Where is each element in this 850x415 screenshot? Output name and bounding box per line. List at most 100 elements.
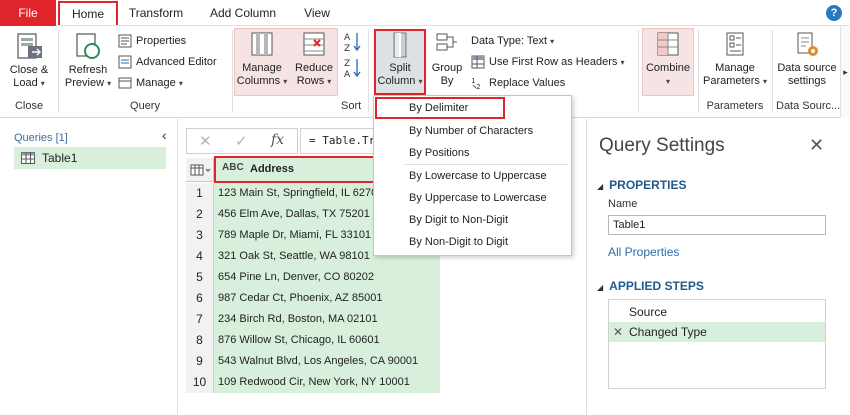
table-row[interactable]: 7 234 Birch Rd, Boston, MA 02101 bbox=[186, 309, 440, 330]
combine-button[interactable]: Combine ▾ bbox=[644, 30, 692, 88]
row-number: 3 bbox=[186, 225, 214, 246]
ribbon-separator bbox=[368, 30, 369, 112]
name-input[interactable] bbox=[608, 215, 826, 235]
row-number: 1 bbox=[186, 183, 214, 204]
address-cell[interactable]: 987 Cedar Ct, Phoenix, AZ 85001 bbox=[214, 288, 440, 309]
table-icon bbox=[21, 152, 35, 164]
use-first-row-button[interactable]: Use First Row as Headers ▾ bbox=[471, 53, 624, 71]
svg-text:A: A bbox=[344, 70, 351, 80]
ribbon-separator bbox=[232, 30, 233, 112]
query-item-label: Table1 bbox=[42, 151, 78, 165]
svg-text:A: A bbox=[344, 33, 351, 43]
table-row[interactable]: 9 543 Walnut Blvd, Los Angeles, CA 90001 bbox=[186, 351, 440, 372]
advanced-editor-label: Advanced Editor bbox=[136, 56, 217, 68]
query-settings-pane: Query Settings ✕ ◢PROPERTIES Name All Pr… bbox=[586, 119, 850, 415]
chevron-down-icon: ▾ bbox=[620, 58, 625, 67]
table-row[interactable]: 10 109 Redwood Cir, New York, NY 10001 bbox=[186, 372, 440, 393]
text-type-icon[interactable]: ABC bbox=[222, 162, 244, 173]
close-load-button[interactable]: Close & Load ▾ bbox=[6, 30, 52, 90]
manage-parameters-label-2: Parameters ▾ bbox=[703, 75, 767, 87]
applied-steps-list: Source ✕ Changed Type bbox=[608, 299, 826, 389]
chevron-down-icon: ▾ bbox=[665, 77, 670, 86]
properties-button[interactable]: Properties bbox=[118, 32, 186, 50]
all-properties-link[interactable]: All Properties bbox=[608, 245, 679, 259]
ribbon-scroll-right-icon[interactable]: ▸ bbox=[840, 26, 850, 118]
collapse-triangle-icon: ◢ bbox=[597, 283, 604, 292]
table-row[interactable]: 8 876 Willow St, Chicago, IL 60601 bbox=[186, 330, 440, 351]
table-menu-button[interactable] bbox=[186, 158, 214, 182]
chevron-down-icon: ▾ bbox=[327, 77, 332, 86]
menu-item-by-non-digit-to-digit[interactable]: By Non-Digit to Digit bbox=[374, 231, 571, 253]
data-source-label: Data source bbox=[777, 62, 837, 74]
address-cell[interactable]: 109 Redwood Cir, New York, NY 10001 bbox=[214, 372, 440, 393]
menu-item-by-positions[interactable]: By Positions bbox=[374, 142, 571, 164]
close-group-label: Close bbox=[14, 100, 44, 112]
sort-descending-icon: ZA bbox=[344, 59, 361, 80]
tab-transform[interactable]: Transform bbox=[120, 2, 192, 24]
close-icon[interactable]: ✕ bbox=[809, 135, 824, 156]
row-number: 5 bbox=[186, 267, 214, 288]
applied-steps-section-header[interactable]: ◢ APPLIED STEPS bbox=[597, 279, 704, 293]
menu-item-by-number-of-characters[interactable]: By Number of Characters bbox=[374, 120, 571, 142]
address-cell[interactable]: 234 Birch Rd, Boston, MA 02101 bbox=[214, 309, 440, 330]
manage-button[interactable]: Manage ▾ bbox=[118, 74, 183, 92]
refresh-preview-button[interactable]: Refresh Preview ▾ bbox=[62, 30, 114, 90]
menu-item-by-lowercase-to-uppercase[interactable]: By Lowercase to Uppercase bbox=[374, 165, 571, 187]
advanced-editor-icon bbox=[118, 55, 132, 69]
step-label: Changed Type bbox=[629, 325, 707, 339]
data-source-label-2: settings bbox=[788, 75, 826, 87]
data-source-settings-button[interactable]: Data source settings bbox=[776, 30, 838, 88]
replace-values-button[interactable]: 1 2 Replace Values bbox=[471, 74, 565, 92]
confirm-check-icon[interactable]: ✓ bbox=[235, 132, 248, 150]
cancel-x-icon[interactable]: ✕ bbox=[199, 132, 212, 150]
tab-file[interactable]: File bbox=[0, 0, 56, 26]
manage-parameters-label: Manage bbox=[715, 62, 755, 74]
fx-icon[interactable]: fx bbox=[271, 132, 284, 148]
formula-input[interactable]: = Table.Tr bbox=[300, 128, 378, 154]
table-row[interactable]: 6 987 Cedar Ct, Phoenix, AZ 85001 bbox=[186, 288, 440, 309]
menu-item-by-digit-to-non-digit[interactable]: By Digit to Non-Digit bbox=[374, 209, 571, 231]
delete-step-icon[interactable]: ✕ bbox=[613, 322, 623, 342]
query-item-table1[interactable]: Table1 bbox=[14, 147, 166, 169]
tab-view[interactable]: View bbox=[296, 2, 338, 24]
queries-pane: Queries [1] ‹ Table1 bbox=[0, 119, 178, 415]
advanced-editor-button[interactable]: Advanced Editor bbox=[118, 53, 217, 71]
menu-item-by-delimiter[interactable]: By Delimiter bbox=[375, 97, 505, 119]
row-number: 8 bbox=[186, 330, 214, 351]
address-cell[interactable]: 654 Pine Ln, Denver, CO 80202 bbox=[214, 267, 440, 288]
menu-item-by-uppercase-to-lowercase[interactable]: By Uppercase to Lowercase bbox=[374, 187, 571, 209]
data-type-button[interactable]: Data Type: Text ▾ bbox=[471, 32, 554, 50]
properties-section-header[interactable]: ◢ PROPERTIES bbox=[597, 178, 687, 192]
parameters-group-label: Parameters bbox=[706, 100, 764, 112]
address-cell[interactable]: 543 Walnut Blvd, Los Angeles, CA 90001 bbox=[214, 351, 440, 372]
group-by-button[interactable]: Group By bbox=[428, 30, 466, 88]
step-source[interactable]: Source bbox=[609, 302, 825, 322]
sort-descending-button[interactable]: ZA bbox=[343, 56, 361, 82]
step-changed-type[interactable]: ✕ Changed Type bbox=[609, 322, 825, 342]
help-icon[interactable]: ? bbox=[826, 5, 842, 21]
row-number: 7 bbox=[186, 309, 214, 330]
collapse-triangle-icon: ◢ bbox=[597, 182, 604, 191]
manage-columns-label: Manage bbox=[242, 62, 282, 74]
ribbon-separator bbox=[772, 30, 773, 112]
collapse-chevron-left-icon[interactable]: ‹ bbox=[162, 127, 167, 143]
chevron-down-icon: ▾ bbox=[107, 79, 112, 88]
replace-values-icon: 12 bbox=[471, 77, 480, 90]
split-column-button[interactable]: Split Column ▾ bbox=[376, 30, 424, 88]
tab-add-column[interactable]: Add Column bbox=[200, 2, 286, 24]
table-row[interactable]: 5 654 Pine Ln, Denver, CO 80202 bbox=[186, 267, 440, 288]
tab-home[interactable]: Home bbox=[58, 1, 118, 25]
row-number: 6 bbox=[186, 288, 214, 309]
reduce-rows-button[interactable]: Reduce Rows ▾ bbox=[292, 30, 336, 88]
manage-parameters-button[interactable]: Manage Parameters ▾ bbox=[702, 30, 768, 88]
address-cell[interactable]: 876 Willow St, Chicago, IL 60601 bbox=[214, 330, 440, 351]
row-number: 9 bbox=[186, 351, 214, 372]
manage-columns-button[interactable]: Manage Columns ▾ bbox=[236, 30, 288, 88]
split-column-label: Split bbox=[389, 62, 411, 74]
chevron-down-icon: ▾ bbox=[762, 77, 767, 86]
sort-ascending-button[interactable]: AZ bbox=[343, 30, 361, 56]
data-type-label: Data Type: Text bbox=[471, 35, 548, 47]
split-column-label-2: Column ▾ bbox=[377, 75, 423, 87]
chevron-down-icon: ▾ bbox=[178, 79, 183, 88]
group-by-label-2: By bbox=[440, 75, 454, 87]
